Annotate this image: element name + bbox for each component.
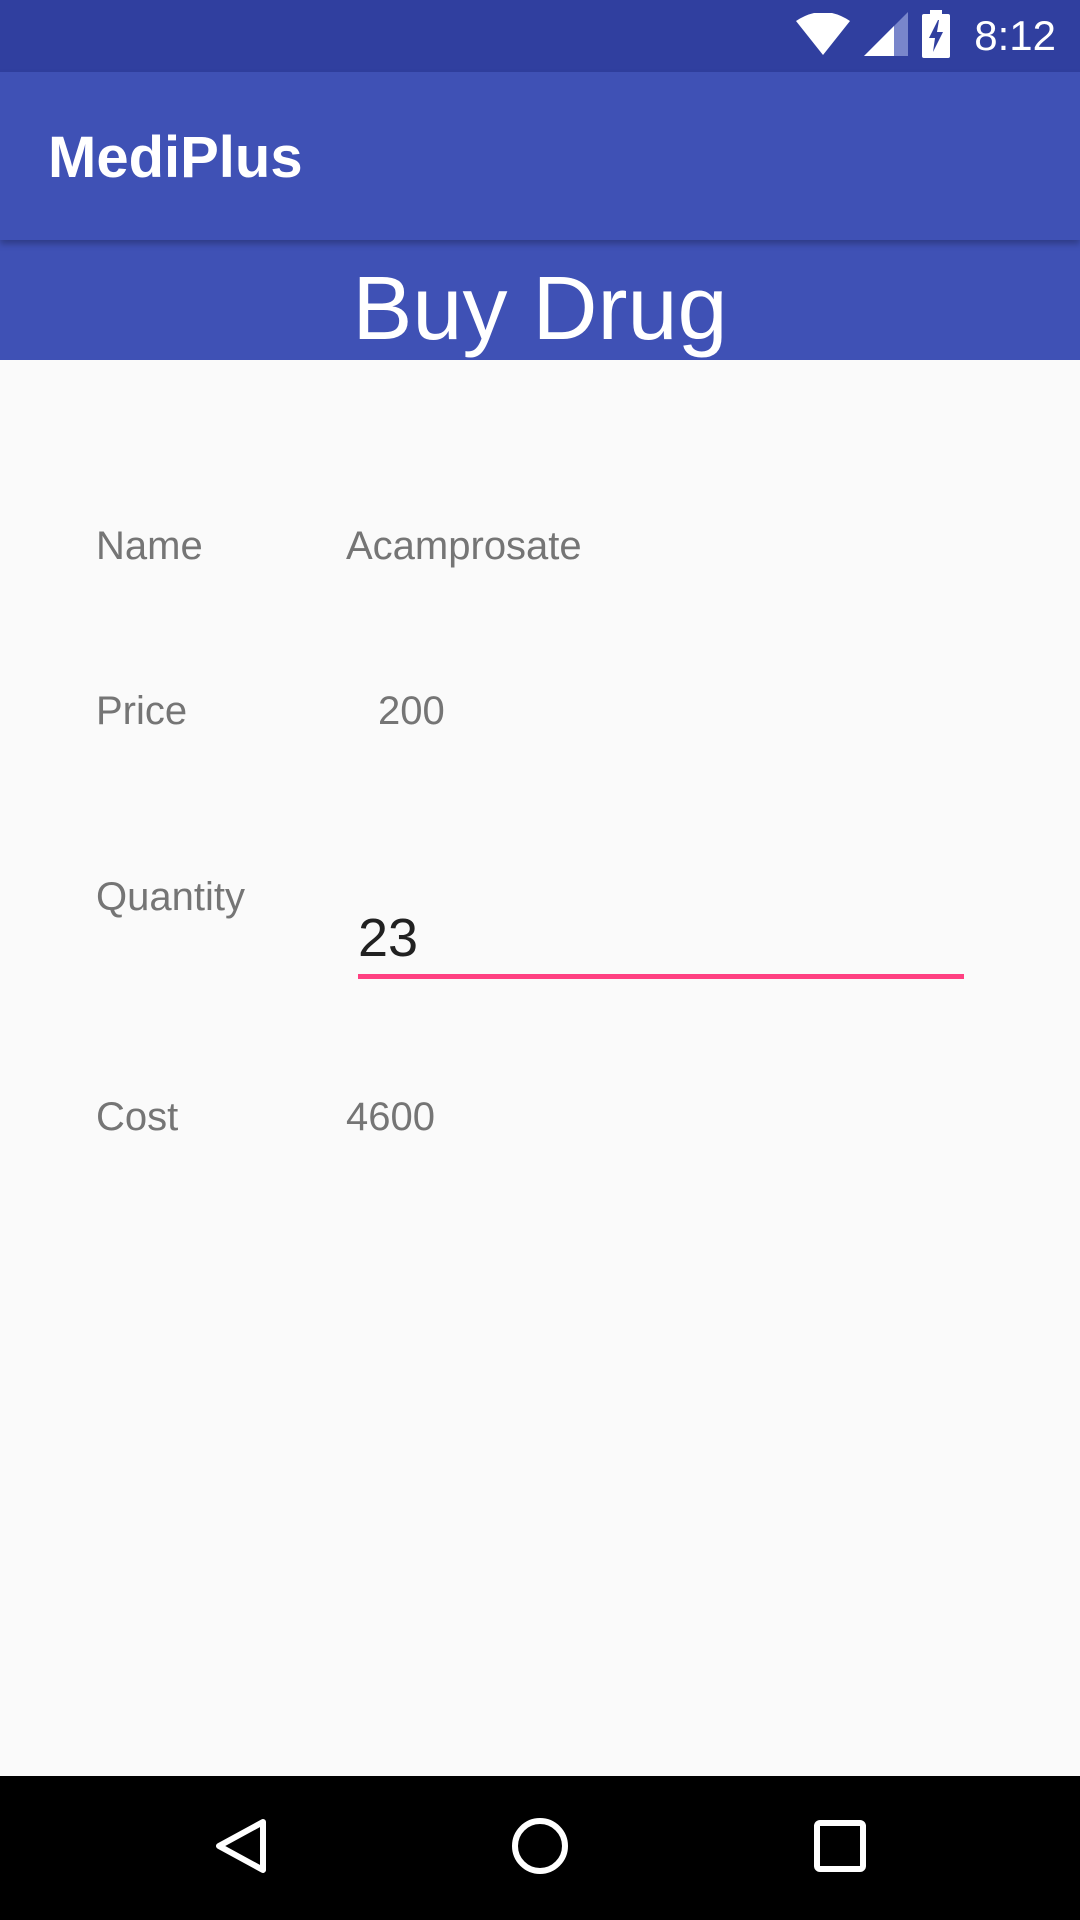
home-button[interactable] [504,1812,576,1884]
page-header: Buy Drug [0,240,1080,360]
status-bar: 8:12 [0,0,1080,72]
battery-charging-icon [922,9,951,63]
status-icons: 8:12 [796,0,1056,72]
quantity-label: Quantity [96,875,245,919]
cell-signal-icon [864,11,909,61]
wifi-icon [796,11,851,60]
price-value: 200 [378,689,445,733]
price-label: Price [96,689,188,733]
page-title: Buy Drug [352,259,728,359]
name-label: Name [96,524,203,568]
back-button[interactable] [205,1812,277,1884]
cost-label: Cost [96,1095,179,1139]
navigation-bar [0,1776,1080,1920]
status-time: 8:12 [974,12,1056,59]
home-icon [510,1816,570,1881]
name-value: Acamprosate [346,524,582,568]
recents-button[interactable] [804,1812,876,1884]
app-title: MediPlus [48,125,303,190]
recents-icon [812,1818,868,1879]
app-bar: MediPlus [0,72,1080,240]
cost-value: 4600 [346,1095,435,1139]
back-icon [211,1816,271,1881]
quantity-input[interactable] [358,902,964,979]
buy-drug-screen: 8:12 MediPlus Buy Drug Name Acamprosate … [0,0,1080,1920]
